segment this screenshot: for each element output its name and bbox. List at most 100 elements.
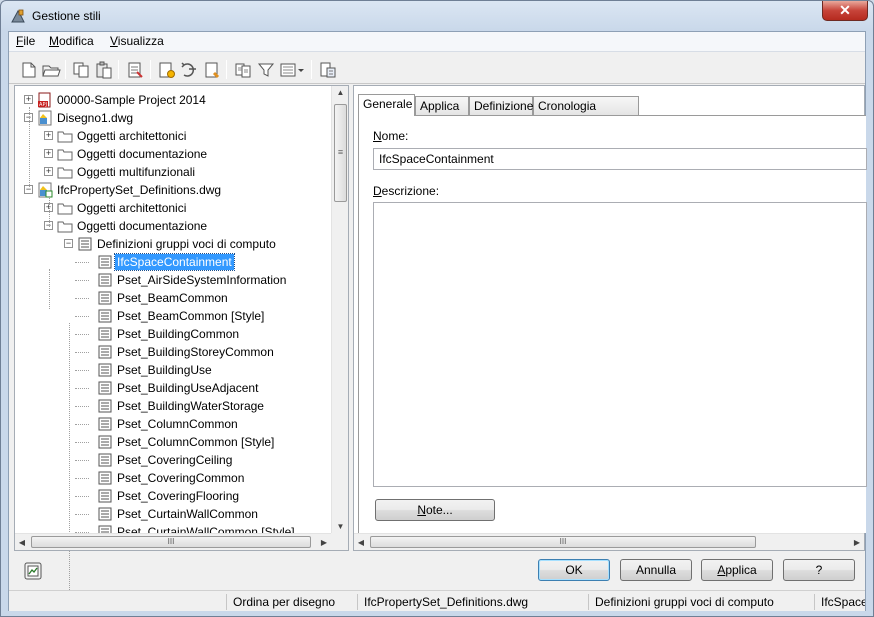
tree-item[interactable]: Pset_BuildingStoreyCommon (15, 343, 331, 361)
tree-item[interactable]: Pset_BuildingUseAdjacent (15, 379, 331, 397)
title-bar[interactable]: Gestione stili ✕ (1, 1, 873, 31)
list-icon (98, 309, 112, 323)
menu-visualizza[interactable]: Visualizza (108, 34, 166, 48)
tree-item-label: Oggetti architettonici (77, 201, 187, 215)
tree-item[interactable]: Pset_BuildingWaterStorage (15, 397, 331, 415)
purge-styles-icon[interactable] (125, 60, 145, 80)
tree-item[interactable]: + Oggetti architettonici (15, 127, 331, 145)
expand-icon[interactable]: + (44, 149, 53, 158)
scroll-up-icon[interactable]: ▲ (332, 88, 349, 97)
toolbar-separator (311, 60, 312, 79)
scroll-thumb[interactable]: ≡ (334, 104, 347, 202)
name-field[interactable]: IfcSpaceContainment (373, 148, 867, 170)
scroll-down-icon[interactable]: ▼ (332, 522, 349, 531)
tree-item-label: Oggetti documentazione (77, 147, 208, 161)
style-manager-window: Gestione stili ✕ File Modifica Visualizz… (0, 0, 874, 617)
style-tree[interactable]: + APJ 00000-Sample Project 2014− Disegno1.d… (14, 85, 349, 608)
open-drawing-icon[interactable] (41, 60, 61, 80)
tab-definizione[interactable]: Definizione (469, 96, 533, 115)
tree-guide-line (49, 269, 50, 309)
list-icon (98, 453, 112, 467)
set-from-icon[interactable] (179, 60, 199, 80)
tree-item-label: Definizioni gruppi voci di computo (97, 237, 276, 251)
tree-item[interactable]: Pset_BuildingCommon (15, 325, 331, 343)
tree-item[interactable]: Pset_AirSideSystemInformation (15, 271, 331, 289)
tree-item[interactable]: − IfcPropertySet_Definitions.dwg (15, 181, 331, 199)
tab-generale[interactable]: Generale (358, 94, 415, 116)
tree-item[interactable]: Pset_ColumnCommon (15, 415, 331, 433)
tree-item[interactable]: Pset_CurtainWallCommon (15, 505, 331, 523)
tree-connector (75, 514, 89, 515)
view-toggle-icon[interactable] (279, 60, 305, 80)
expand-icon[interactable]: + (44, 131, 53, 140)
apply-button[interactable]: Applica (701, 559, 773, 581)
tree-item[interactable]: Pset_CoveringCommon (15, 469, 331, 487)
scroll-right-icon[interactable]: ▶ (850, 538, 864, 547)
scroll-thumb[interactable]: III (31, 536, 311, 548)
menu-modifica[interactable]: Modifica (47, 34, 96, 48)
style-properties-icon[interactable] (318, 60, 338, 80)
filter-icon[interactable] (256, 60, 276, 80)
tab-applica-a[interactable]: Applica a (415, 96, 469, 127)
paste-icon[interactable] (94, 60, 114, 80)
tree-item[interactable]: Pset_CoveringCeiling (15, 451, 331, 469)
tree-item[interactable]: Pset_BeamCommon (15, 289, 331, 307)
tab-cronologia-versioni[interactable]: Cronologia versioni (533, 96, 639, 127)
tree-item[interactable]: Pset_BuildingUse (15, 361, 331, 379)
list-icon (98, 255, 112, 269)
tree-item[interactable]: + Oggetti multifunzionali (15, 163, 331, 181)
tree-item[interactable]: − Disegno1.dwg (15, 109, 331, 127)
notes-button[interactable]: Note... (375, 499, 495, 521)
tree-item[interactable]: − Definizioni gruppi voci di computo (15, 235, 331, 253)
list-icon (98, 435, 112, 449)
cancel-button[interactable]: Annulla (620, 559, 692, 581)
tree-item[interactable]: Pset_BeamCommon [Style] (15, 307, 331, 325)
tree-item[interactable]: + APJ 00000-Sample Project 2014 (15, 91, 331, 109)
description-field[interactable] (373, 202, 867, 487)
properties-horizontal-scrollbar[interactable]: ◀ III ▶ (354, 533, 864, 550)
menu-visualizza-label: isualizza (117, 34, 164, 48)
tree-vertical-scrollbar[interactable]: ▲ ≡ ▼ (331, 86, 348, 533)
description-label: Descrizione: (373, 184, 439, 198)
status-bar: Ordina per disegno IfcPropertySet_Defini… (9, 590, 865, 611)
tree-item-label: Pset_BuildingWaterStorage (117, 399, 264, 413)
tree-item-label: IfcSpaceContainment (114, 253, 235, 271)
new-style-icon[interactable] (156, 60, 176, 80)
collapse-icon[interactable]: − (64, 239, 73, 248)
menu-file[interactable]: File (14, 34, 37, 48)
tree-connector (75, 316, 89, 317)
tree-item-label: Pset_BeamCommon [Style] (117, 309, 265, 323)
scroll-left-icon[interactable]: ◀ (15, 538, 29, 547)
status-sort-mode: Ordina per disegno (226, 594, 357, 610)
copy-icon[interactable] (71, 60, 91, 80)
tree-item-label: Pset_BuildingUse (117, 363, 212, 377)
notes-button-mnemonic: N (417, 503, 426, 517)
tree-horizontal-scrollbar[interactable]: ◀ III ▶ (15, 533, 331, 550)
tree-item[interactable]: IfcSpaceContainment (15, 253, 331, 271)
properties-panel: Generale Applica a Definizione Cronologi… (353, 85, 867, 551)
grip-icon: ≡ (337, 147, 344, 157)
description-label-text: escrizione: (381, 184, 440, 198)
help-button[interactable]: ? (783, 559, 855, 581)
style-display-icon[interactable] (23, 561, 43, 581)
tree-item[interactable]: Pset_CoveringFlooring (15, 487, 331, 505)
tree-item[interactable]: − Oggetti documentazione (15, 217, 331, 235)
expand-icon[interactable]: + (24, 95, 33, 104)
scroll-left-icon[interactable]: ◀ (354, 538, 368, 547)
tree-item[interactable]: + Oggetti documentazione (15, 145, 331, 163)
tree-item[interactable]: + Oggetti architettonici (15, 199, 331, 217)
tree-guide-line (29, 107, 30, 187)
toolbar (9, 54, 865, 84)
tree-item[interactable]: Pset_ColumnCommon [Style] (15, 433, 331, 451)
description-label-mnemonic: D (373, 184, 382, 198)
new-drawing-icon[interactable] (19, 60, 39, 80)
ok-button[interactable]: OK (538, 559, 610, 581)
scroll-thumb[interactable]: III (370, 536, 756, 548)
apply-button-label: pplica (725, 563, 757, 577)
scroll-right-icon[interactable]: ▶ (317, 538, 331, 547)
edit-style-icon[interactable] (202, 60, 222, 80)
expand-icon[interactable]: + (44, 167, 53, 176)
close-button[interactable]: ✕ (822, 1, 868, 21)
client-area: File Modifica Visualizza + APJ 00000-Sampl… (8, 31, 867, 611)
synchronize-icon[interactable] (233, 60, 253, 80)
